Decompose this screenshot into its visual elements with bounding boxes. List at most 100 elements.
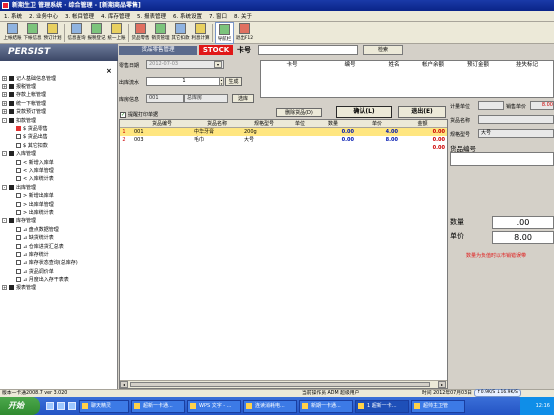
- toolbar-button[interactable]: 导航栏: [215, 22, 234, 44]
- tree-item[interactable]: ⊿ 库存状态查询(总库存): [2, 259, 116, 267]
- expand-icon[interactable]: +: [2, 84, 7, 90]
- search-button[interactable]: 检索: [363, 45, 403, 55]
- taskbar-button[interactable]: 连读消耗电...: [243, 399, 297, 413]
- tree-item[interactable]: < 入库单管理: [2, 166, 116, 174]
- table-row[interactable]: 1 001 中华牙膏 200g 0.00 4.00 0.00: [120, 128, 447, 136]
- confirm-button[interactable]: 确认(L): [336, 106, 392, 118]
- taskbar-button[interactable]: 1 超新一卡...: [355, 399, 409, 413]
- grid-column-header[interactable]: 货品编号: [128, 120, 190, 127]
- expand-icon[interactable]: +: [2, 100, 7, 106]
- tree-item[interactable]: ⊿ 货品调价单: [2, 267, 116, 275]
- menu-item[interactable]: 3. 帐目管理: [65, 12, 94, 20]
- toolbar-button[interactable]: 预订计划: [43, 22, 62, 44]
- tree-group[interactable]: + 报表管理: [2, 284, 116, 292]
- quicklaunch-media-icon[interactable]: [68, 402, 76, 410]
- grid-column-header[interactable]: 金额: [400, 120, 447, 127]
- tree-group[interactable]: - 出库管理: [2, 183, 116, 191]
- menu-item[interactable]: 4. 库存管理: [101, 12, 130, 20]
- toolbar-button[interactable]: 退出F12: [235, 22, 254, 44]
- toolbar-button[interactable]: 下帐信息: [23, 22, 42, 44]
- tree-item[interactable]: $ 货品零售: [2, 124, 116, 132]
- tree-group[interactable]: + 记人基础信息管理: [2, 74, 116, 82]
- exit-button[interactable]: 退出(E): [398, 106, 446, 118]
- grid-column-header[interactable]: 数量: [312, 120, 356, 127]
- checkbox-checked-icon[interactable]: ✓: [120, 111, 126, 118]
- tree-item-label: ⊿ 月度出入存干表表: [23, 277, 69, 284]
- taskbar-button[interactable]: 聊天精灵: [79, 399, 129, 413]
- generate-button[interactable]: 生成: [225, 77, 242, 86]
- scroll-thumb[interactable]: [130, 382, 430, 387]
- taskbar-button[interactable]: 超新一卡通...: [131, 399, 185, 413]
- scroll-right-icon[interactable]: ▸: [438, 381, 446, 388]
- quicklaunch-ie-icon[interactable]: [46, 402, 54, 410]
- serial-spinner[interactable]: ▴ ▾: [219, 77, 224, 86]
- tree-group[interactable]: + 贷款预订管理: [2, 108, 116, 116]
- tree-item-label: ⊿ 仓库进货汇总表: [23, 243, 64, 250]
- expand-icon[interactable]: +: [2, 109, 7, 115]
- tree-item[interactable]: < 入库统计表: [2, 175, 116, 183]
- taskbar-button[interactable]: 新期一卡通...: [299, 399, 353, 413]
- toolbar-button[interactable]: 货品零售: [131, 22, 150, 44]
- expand-icon[interactable]: +: [2, 75, 7, 81]
- tree-item[interactable]: > 新增出库单: [2, 191, 116, 199]
- menu-item[interactable]: 1. 系统: [4, 12, 22, 20]
- toolbar-button[interactable]: 销货管理: [151, 22, 170, 44]
- status-bar: 版本一卡通2008.7 ver 3.020 当前操作员 ADM 超级用户 时间 …: [0, 389, 554, 397]
- serial-input[interactable]: 1: [146, 77, 220, 86]
- toolbar-button[interactable]: 报税登记: [87, 22, 106, 44]
- toolbar-button[interactable]: 信息查询: [67, 22, 86, 44]
- grid-column-header[interactable]: [120, 120, 128, 127]
- toolbar-button[interactable]: 其它扣款: [171, 22, 190, 44]
- collapse-icon[interactable]: -: [2, 218, 7, 224]
- date-field[interactable]: 2012-07-03: [146, 60, 224, 69]
- collapse-icon[interactable]: -: [2, 117, 7, 123]
- horizontal-scrollbar[interactable]: ◂ ▸: [120, 380, 447, 388]
- collapse-icon[interactable]: -: [2, 184, 7, 190]
- tree-group[interactable]: + 存款上帐管理: [2, 91, 116, 99]
- collapse-icon[interactable]: -: [2, 151, 7, 157]
- quicklaunch-desktop-icon[interactable]: [57, 402, 65, 410]
- expand-icon[interactable]: +: [2, 285, 7, 291]
- tree-item[interactable]: < 新增入库单: [2, 158, 116, 166]
- menu-item[interactable]: 7. 窗口: [209, 12, 227, 20]
- scroll-left-icon[interactable]: ◂: [120, 381, 128, 388]
- menu-item[interactable]: 8. 关于: [234, 12, 252, 20]
- goods-code-input[interactable]: [450, 152, 554, 166]
- tree-item[interactable]: ⊿ 库存统计: [2, 250, 116, 258]
- menu-item[interactable]: 5. 报表管理: [137, 12, 166, 20]
- toolbar-button[interactable]: 上帐结账: [3, 22, 22, 44]
- toolbar-button[interactable]: 利息计算: [191, 22, 210, 44]
- tree-item[interactable]: ⊿ 缺货统计表: [2, 233, 116, 241]
- grid-column-header[interactable]: 货品名称: [190, 120, 240, 127]
- grid-column-header[interactable]: 规格型号: [240, 120, 284, 127]
- choose-warehouse-button[interactable]: 选库: [232, 94, 254, 103]
- tree-item[interactable]: $ 货品出售: [2, 133, 116, 141]
- menu-item[interactable]: 2. 业务中心: [29, 12, 58, 20]
- price-input[interactable]: 8.00: [492, 231, 554, 244]
- calendar-dropdown-icon[interactable]: ▾: [214, 61, 222, 68]
- menu-item[interactable]: 6. 系统设置: [173, 12, 202, 20]
- quantity-input[interactable]: .00: [492, 216, 554, 229]
- taskbar-button[interactable]: WPS 文字 - ...: [187, 399, 241, 413]
- tree-group[interactable]: - 扣款管理: [2, 116, 116, 124]
- grid-column-header[interactable]: 单价: [356, 120, 400, 127]
- tree-group[interactable]: - 库存管理: [2, 217, 116, 225]
- card-number-input[interactable]: [258, 45, 358, 55]
- tree-group[interactable]: + 统一下帐管理: [2, 99, 116, 107]
- tree-item[interactable]: > 出库单管理: [2, 200, 116, 208]
- print-reminder-checkbox[interactable]: ✓ 提醒打印单据: [120, 111, 158, 118]
- tree-item[interactable]: $ 其它扣款: [2, 141, 116, 149]
- tree-item[interactable]: ⊿ 盘点数据管理: [2, 225, 116, 233]
- start-button[interactable]: 开始: [0, 397, 40, 415]
- table-row[interactable]: 2 003 毛巾 大号 0.00 8.00 0.00: [120, 136, 447, 144]
- tree-group[interactable]: + 报税管理: [2, 82, 116, 90]
- tree-item[interactable]: ⊿ 月度出入存干表表: [2, 275, 116, 283]
- grid-column-header[interactable]: 单位: [284, 120, 312, 127]
- tree-item[interactable]: > 出库统计表: [2, 208, 116, 216]
- delete-goods-button[interactable]: 删除货品(D): [276, 108, 322, 117]
- taskbar-button[interactable]: 超帅主卫管: [411, 399, 465, 413]
- tree-group[interactable]: - 入库管理: [2, 150, 116, 158]
- tree-item[interactable]: ⊿ 仓库进货汇总表: [2, 242, 116, 250]
- toolbar-button[interactable]: 统一上账: [107, 22, 126, 44]
- expand-icon[interactable]: +: [2, 92, 7, 98]
